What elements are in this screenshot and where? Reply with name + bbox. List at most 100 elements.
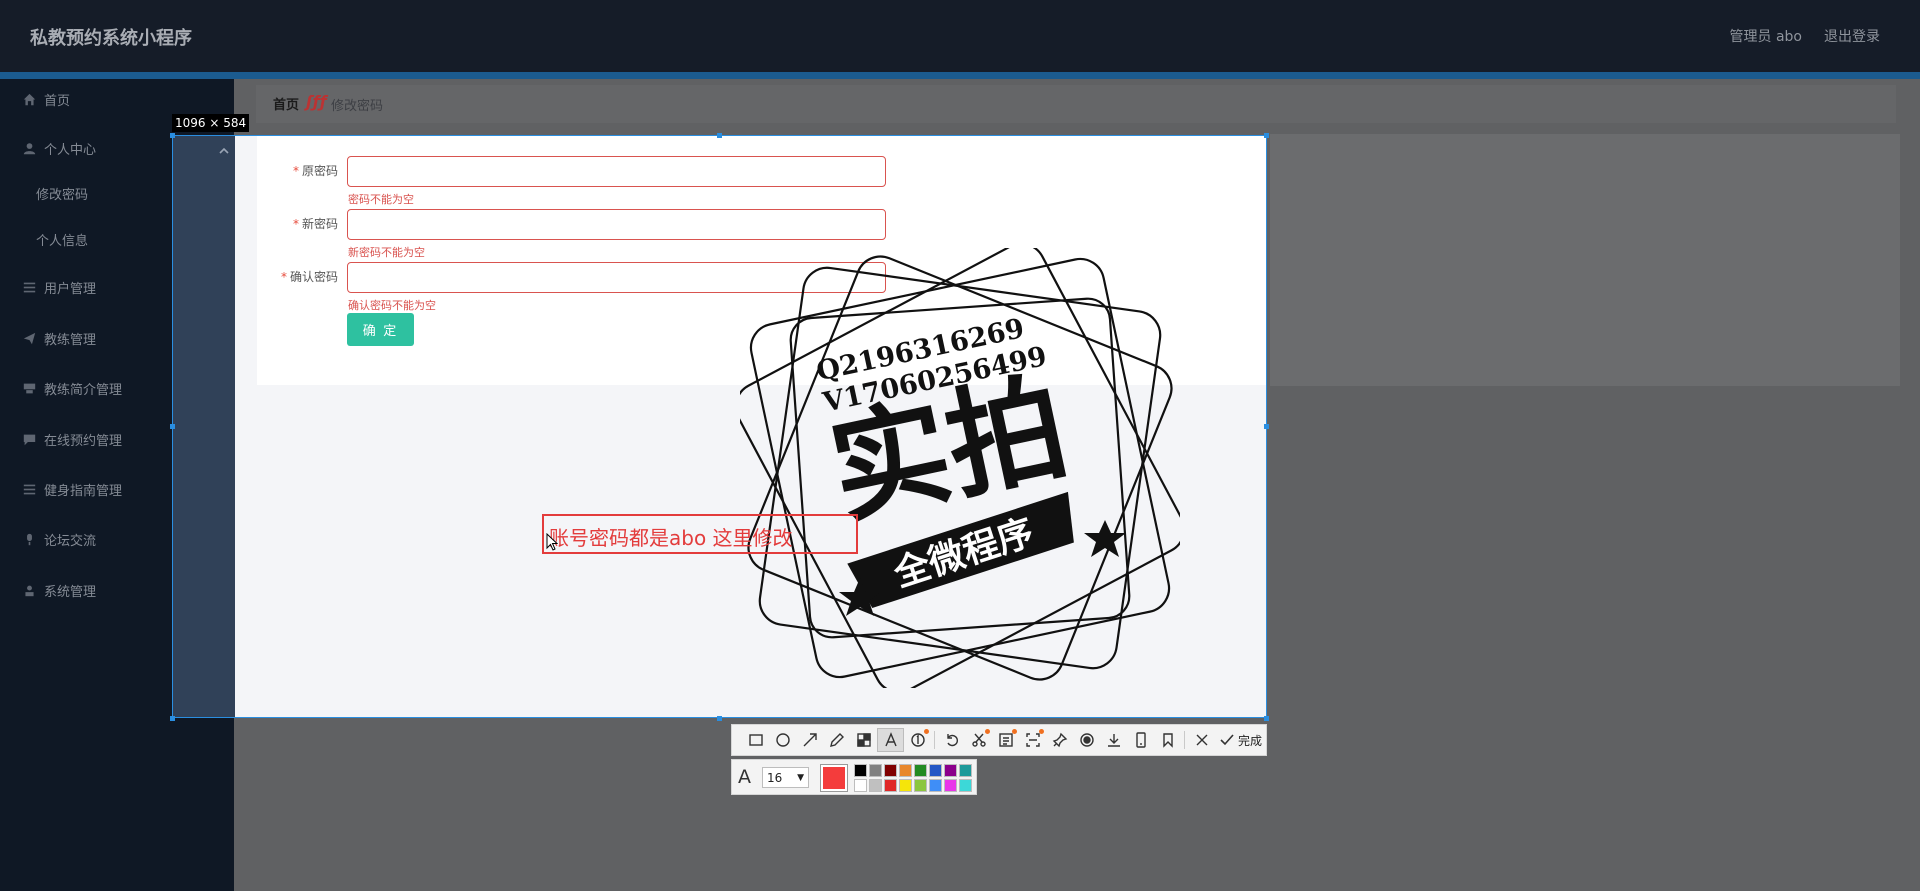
toolbar-divider [934, 731, 935, 749]
confirm-password-label: * 确认密码 [280, 270, 338, 284]
font-size-value: 16 [767, 770, 783, 785]
resize-handle-top[interactable] [717, 133, 722, 138]
undo-icon [946, 734, 958, 747]
color-swatch[interactable] [944, 779, 957, 792]
list-icon [22, 280, 36, 294]
option-dot [1012, 729, 1017, 734]
home-icon [22, 92, 36, 106]
old-password-input[interactable] [347, 156, 886, 187]
check-icon [1220, 734, 1234, 746]
pin-button[interactable] [1046, 728, 1073, 752]
color-swatch[interactable] [929, 779, 942, 792]
number-tool-button[interactable] [904, 728, 931, 752]
header-accent-line [0, 72, 1920, 79]
sidebar-item-home[interactable]: 首页 [0, 79, 234, 119]
color-swatch[interactable] [869, 779, 882, 792]
pen-tool-button[interactable] [823, 728, 850, 752]
resize-handle-top-left[interactable] [170, 133, 175, 138]
record-button[interactable] [1073, 728, 1100, 752]
color-swatch[interactable] [884, 779, 897, 792]
dimmed-card [1270, 134, 1900, 386]
download-icon [1107, 734, 1120, 747]
color-swatch[interactable] [884, 764, 897, 777]
scan-button[interactable] [1019, 728, 1046, 752]
pin-icon [1052, 732, 1067, 748]
number-icon [910, 733, 925, 747]
breadcrumb-separator-icon: ʃƒƒ [306, 92, 327, 111]
color-swatch[interactable] [959, 779, 972, 792]
app-title: 私教预约系统小程序 [30, 28, 192, 49]
breadcrumb-home[interactable]: 首页 [273, 94, 299, 113]
bookmark-button[interactable] [1154, 728, 1181, 752]
sidebar-item-label: 用户管理 [44, 281, 97, 297]
resize-handle-top-right[interactable] [1264, 133, 1269, 138]
arrow-tool-button[interactable] [796, 728, 823, 752]
resize-handle-right[interactable] [1264, 424, 1269, 429]
color-swatch[interactable] [869, 764, 882, 777]
confirm-button[interactable]: 确 定 [347, 313, 414, 346]
admin-label[interactable]: 管理员 abo [1730, 26, 1802, 46]
resize-handle-bottom-left[interactable] [170, 716, 175, 721]
pen-icon [829, 733, 844, 747]
mouse-cursor-icon [546, 533, 558, 551]
option-dot [985, 729, 990, 734]
color-swatch[interactable] [944, 764, 957, 777]
crop-icon [971, 733, 986, 747]
chevron-up-icon [219, 141, 229, 154]
close-button[interactable] [1188, 728, 1215, 752]
color-swatch[interactable] [854, 764, 867, 777]
logout-button[interactable]: 退出登录 [1824, 26, 1880, 46]
mosaic-icon [856, 733, 871, 747]
bookmark-icon [1162, 733, 1173, 748]
resize-handle-left[interactable] [170, 424, 175, 429]
mosaic-tool-button[interactable] [850, 728, 877, 752]
new-password-label: * 新密码 [292, 217, 338, 231]
ellipse-icon [775, 733, 790, 747]
toolbar-divider [1184, 731, 1185, 749]
chat-icon [22, 432, 36, 446]
color-swatch[interactable] [959, 764, 972, 777]
text-annotation[interactable]: 账号密码都是abo 这里修改 [549, 522, 793, 551]
done-button[interactable]: 完成 [1219, 732, 1262, 749]
breadcrumb [256, 85, 1896, 123]
rectangle-tool-button[interactable] [742, 728, 769, 752]
current-color-swatch[interactable] [820, 764, 848, 792]
crop-tool-button[interactable] [965, 728, 992, 752]
ocr-button[interactable] [992, 728, 1019, 752]
download-button[interactable] [1100, 728, 1127, 752]
current-color-fill [823, 767, 845, 789]
arrow-icon [803, 733, 817, 747]
confirm-password-error: 确认密码不能为空 [348, 299, 436, 312]
color-swatch[interactable] [914, 779, 927, 792]
color-swatch[interactable] [899, 764, 912, 777]
scan-icon [1025, 733, 1040, 747]
sidebar-item-label: 首页 [44, 93, 71, 109]
new-password-input[interactable] [347, 209, 886, 240]
undo-button[interactable] [938, 728, 965, 752]
old-password-label: * 原密码 [292, 164, 338, 178]
phone-button[interactable] [1127, 728, 1154, 752]
color-swatch[interactable] [914, 764, 927, 777]
color-swatch[interactable] [899, 779, 912, 792]
stamp-watermark: Q2196316269 V17060256499 实拍 全微程序 [740, 248, 1180, 688]
resize-handle-bottom-right[interactable] [1264, 716, 1269, 721]
close-icon [1196, 734, 1207, 746]
sidebar-item-label: 在线预约管理 [44, 433, 123, 449]
selection-size-label: 1096 × 584 [172, 114, 250, 132]
new-password-error: 新密码不能为空 [348, 246, 425, 259]
text-tool-button[interactable] [877, 728, 904, 752]
color-swatch[interactable] [929, 764, 942, 777]
font-size-select[interactable]: 16 ▼ [762, 767, 809, 788]
header-user-area: 管理员 abo 退出登录 [1730, 26, 1880, 46]
list-icon [22, 482, 36, 496]
phone-icon [1135, 732, 1146, 748]
done-label: 完成 [1238, 733, 1263, 748]
font-icon: A [738, 766, 751, 788]
ellipse-tool-button[interactable] [769, 728, 796, 752]
color-swatch[interactable] [854, 779, 867, 792]
screenshot-toolbar: 完成 [731, 724, 1267, 756]
resize-handle-bottom[interactable] [717, 716, 722, 721]
star-icon [1084, 520, 1126, 557]
option-dot [924, 729, 929, 734]
option-dot [1039, 729, 1044, 734]
